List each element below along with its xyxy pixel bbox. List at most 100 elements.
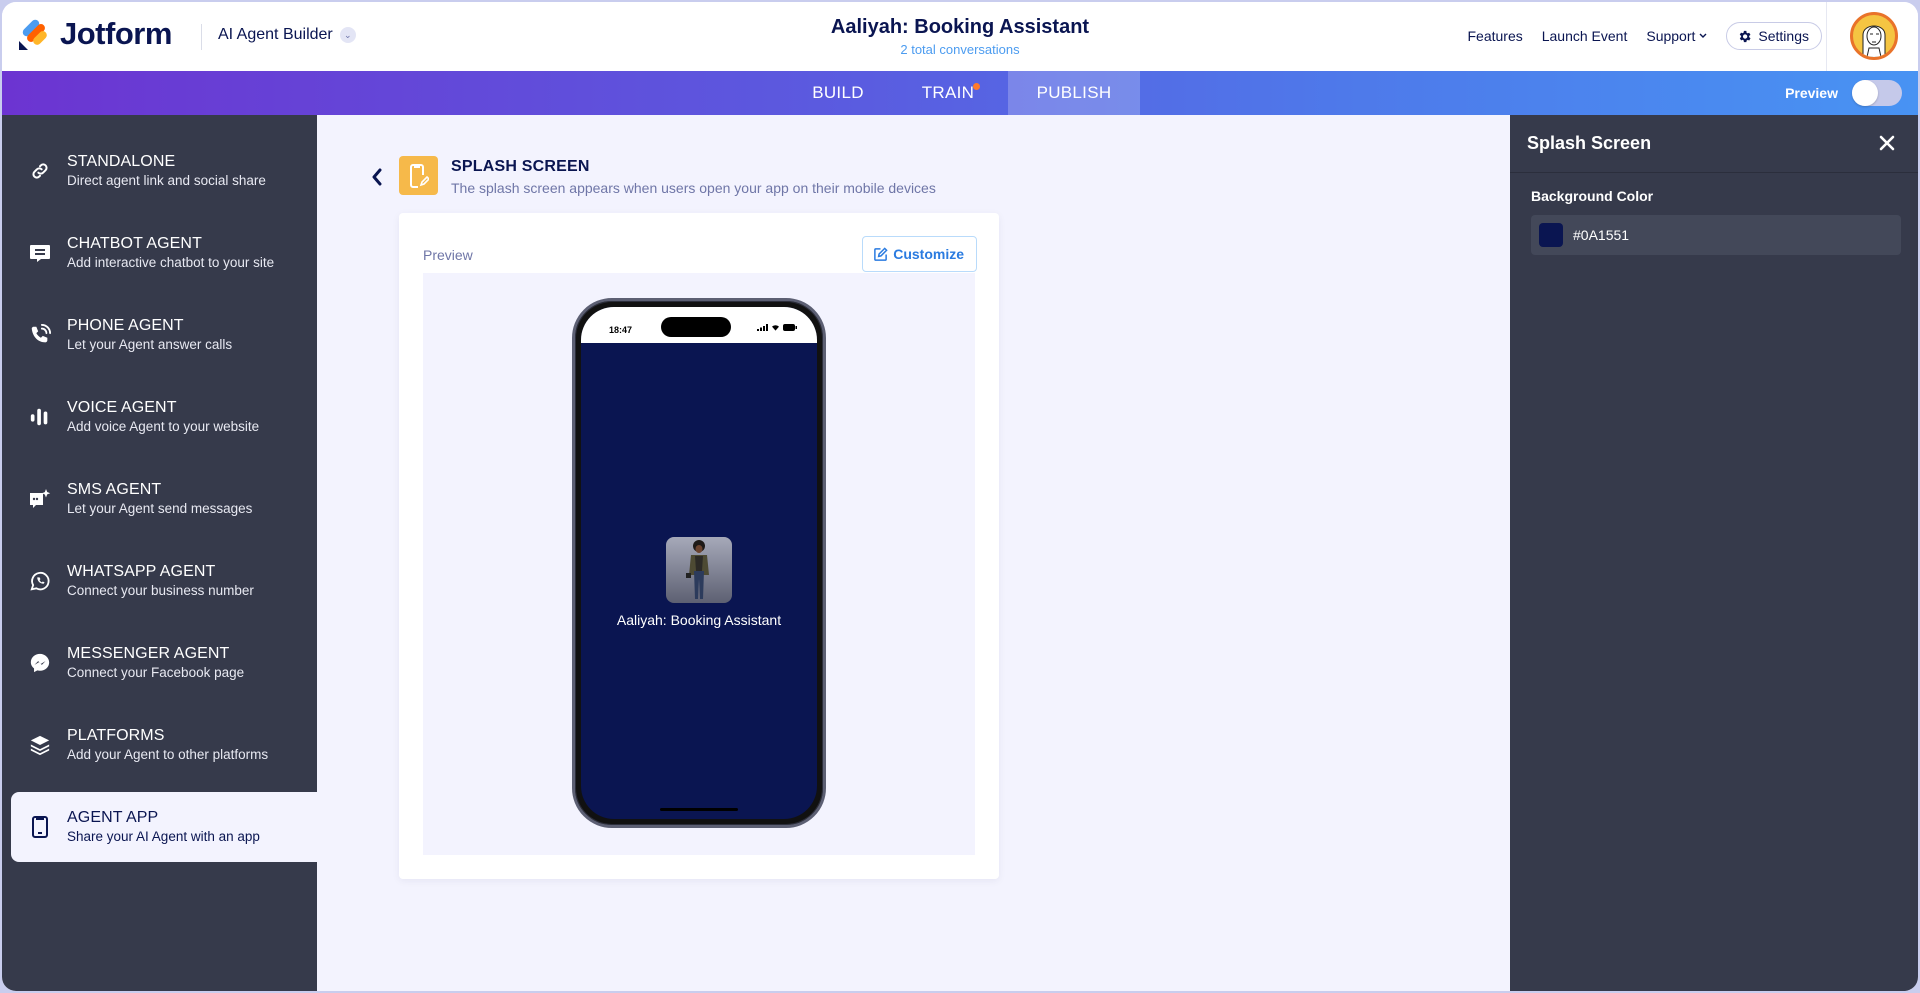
mobile-edit-icon	[409, 163, 429, 188]
section-title: SPLASH SCREEN	[451, 158, 590, 175]
tab-publish[interactable]: PUBLISH	[1008, 71, 1140, 115]
preview-toggle-label: Preview	[1785, 85, 1838, 101]
agent-avatar-image	[666, 537, 732, 603]
chevron-down-icon: ⌄	[339, 27, 356, 43]
sidebar-item-desc: Add voice Agent to your website	[67, 419, 260, 434]
sidebar-item-desc: Let your Agent answer calls	[67, 337, 233, 352]
product-name: AI Agent Builder	[218, 26, 333, 43]
sidebar-item-label: VOICE AGENT	[67, 399, 177, 416]
main-content: SPLASH SCREEN The splash screen appears …	[317, 115, 1510, 991]
section-description: The splash screen appears when users ope…	[451, 180, 936, 196]
close-icon	[1879, 135, 1895, 151]
jotform-logo[interactable]: Jotform	[18, 16, 172, 52]
close-panel-button[interactable]	[1876, 132, 1898, 154]
phone-time: 18:47	[609, 325, 633, 335]
header-divider-right	[1826, 2, 1827, 71]
chat-bubble-icon	[25, 241, 55, 265]
preview-toggle-switch[interactable]	[1852, 80, 1902, 106]
sidebar-item-desc: Let your Agent send messages	[67, 501, 253, 516]
publish-sidebar: STANDALONE Direct agent link and social s…	[2, 115, 317, 991]
chevron-down-icon	[1699, 33, 1707, 38]
sidebar-item-agent-app[interactable]: AGENT APP Share your AI Agent with an app	[11, 792, 317, 862]
layers-icon	[25, 734, 55, 756]
sidebar-item-label: CHATBOT AGENT	[67, 235, 202, 252]
phone-status-icons	[757, 324, 797, 331]
header-divider	[201, 24, 202, 50]
background-color-picker[interactable]: #0A1551	[1531, 215, 1901, 255]
nav-support[interactable]: Support	[1646, 28, 1707, 44]
settings-label: Settings	[1758, 28, 1809, 44]
sidebar-item-standalone[interactable]: STANDALONE Direct agent link and social s…	[11, 136, 317, 206]
header-nav: Features Launch Event Support Settings	[1467, 22, 1822, 50]
sidebar-item-desc: Add interactive chatbot to your site	[67, 255, 275, 270]
tab-build[interactable]: BUILD	[788, 71, 888, 115]
top-header: Jotform AI Agent Builder ⌄ Aaliyah: Book…	[2, 2, 1918, 71]
toggle-knob	[1852, 80, 1878, 106]
phone-status-bar: 18:47	[581, 307, 817, 343]
sidebar-item-label: PLATFORMS	[67, 727, 165, 744]
sidebar-item-label: MESSENGER AGENT	[67, 645, 230, 662]
nav-support-label: Support	[1646, 28, 1696, 44]
panel-title: Splash Screen	[1527, 133, 1652, 153]
splash-agent-name: Aaliyah: Booking Assistant	[616, 612, 782, 628]
sidebar-item-messenger-agent[interactable]: MESSENGER AGENT Connect your Facebook pag…	[11, 628, 317, 698]
user-avatar[interactable]	[1850, 12, 1898, 60]
conversations-link[interactable]: 2 total conversations	[900, 42, 1019, 57]
customize-label: Customize	[893, 246, 964, 262]
logo-wordmark: Jotform	[60, 16, 172, 51]
sms-sparkle-icon	[25, 487, 55, 511]
sidebar-item-desc: Direct agent link and social share	[67, 173, 266, 188]
sidebar-item-chatbot-agent[interactable]: CHATBOT AGENT Add interactive chatbot to …	[11, 218, 317, 288]
app-window: Jotform AI Agent Builder ⌄ Aaliyah: Book…	[2, 2, 1918, 991]
notification-dot	[973, 83, 980, 90]
product-switcher[interactable]: AI Agent Builder ⌄	[218, 26, 356, 44]
chevron-left-icon	[372, 168, 382, 186]
jotform-logo-icon	[19, 19, 47, 50]
home-indicator	[660, 808, 738, 811]
sidebar-item-label: PHONE AGENT	[67, 317, 184, 334]
color-swatch[interactable]	[1539, 223, 1563, 247]
signal-icon	[757, 324, 768, 331]
sidebar-item-whatsapp-agent[interactable]: WHATSAPP AGENT Connect your business numb…	[11, 546, 317, 616]
sidebar-item-phone-agent[interactable]: PHONE AGENT Let your Agent answer calls	[11, 300, 317, 370]
nav-launch-event[interactable]: Launch Event	[1542, 28, 1628, 44]
sidebar-item-desc: Connect your Facebook page	[67, 665, 245, 680]
avatar-illustration-icon	[1862, 25, 1886, 57]
whatsapp-icon	[25, 570, 55, 592]
back-button[interactable]	[367, 165, 387, 189]
sidebar-item-label: WHATSAPP AGENT	[67, 563, 216, 580]
tabs: BUILD TRAIN PUBLISH	[788, 71, 1140, 115]
nav-features[interactable]: Features	[1467, 28, 1522, 44]
voice-bars-icon	[25, 406, 55, 428]
sidebar-item-label: AGENT APP	[67, 809, 159, 826]
panel-header: Splash Screen	[1510, 115, 1918, 173]
phone-screen: 18:47 Aaliyah: Booking Assistant	[581, 307, 817, 819]
sidebar-item-label: STANDALONE	[67, 153, 176, 170]
messenger-icon	[25, 652, 55, 674]
preview-card: Preview Customize 18:47 Aaliyah: Booking…	[399, 213, 999, 879]
phone-call-icon	[25, 324, 55, 346]
background-color-value: #0A1551	[1573, 227, 1630, 243]
splash-screen-section-icon	[399, 156, 438, 195]
sidebar-item-voice-agent[interactable]: VOICE AGENT Add voice Agent to your websi…	[11, 382, 317, 452]
battery-icon	[783, 324, 797, 331]
sidebar-item-platforms[interactable]: PLATFORMS Add your Agent to other platfor…	[11, 710, 317, 780]
tab-train-label: TRAIN	[921, 83, 975, 102]
agent-person-image	[686, 540, 709, 599]
edit-icon	[874, 246, 888, 261]
customize-button[interactable]: Customize	[862, 236, 977, 272]
gear-icon	[1740, 30, 1751, 42]
sidebar-item-label: SMS AGENT	[67, 481, 162, 498]
dynamic-island	[661, 317, 731, 337]
sidebar-item-desc: Connect your business number	[67, 583, 254, 598]
phone-preview-area: 18:47 Aaliyah: Booking Assistant	[423, 273, 975, 855]
phone-mockup: 18:47 Aaliyah: Booking Assistant	[572, 298, 826, 828]
main-tab-bar: BUILD TRAIN PUBLISH Preview	[2, 71, 1918, 115]
sidebar-item-desc: Add your Agent to other platforms	[67, 747, 269, 762]
wifi-icon	[772, 325, 779, 331]
mobile-phone-icon	[25, 815, 55, 839]
settings-button[interactable]: Settings	[1726, 22, 1822, 50]
preview-toggle-group: Preview	[1785, 80, 1902, 106]
tab-train[interactable]: TRAIN	[888, 71, 1008, 115]
sidebar-item-sms-agent[interactable]: SMS AGENT Let your Agent send messages	[11, 464, 317, 534]
